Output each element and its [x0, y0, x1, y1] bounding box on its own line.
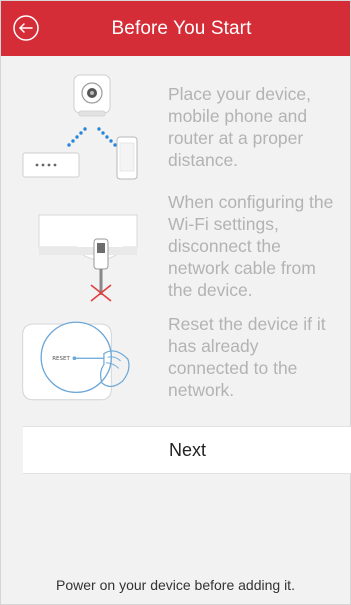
reset-button-illustration: RESET: [22, 321, 130, 401]
device-phone-router-illustration: [22, 74, 138, 180]
back-button[interactable]: [11, 13, 41, 43]
footer-note: Power on your device before adding it.: [56, 577, 295, 593]
step-3: RESET Reset the device if it has already…: [1, 307, 350, 413]
disconnect-cable-illustration: [38, 214, 138, 302]
step-1-text: Place your device, mobile phone and rout…: [168, 84, 311, 170]
step-1: Place your device, mobile phone and rout…: [1, 65, 350, 185]
step-2-text: When configuring the Wi-Fi settings, dis…: [168, 192, 334, 300]
page-title: Before You Start: [111, 17, 252, 39]
next-button-label: Next: [168, 439, 206, 460]
step-3-text: Reset the device if it has already conne…: [168, 314, 326, 400]
step-2: When configuring the Wi-Fi settings, dis…: [1, 185, 350, 303]
next-button[interactable]: Next: [23, 426, 351, 474]
back-arrow-icon: [13, 15, 39, 41]
header-bar: Before You Start: [1, 1, 350, 56]
svg-text:RESET: RESET: [52, 356, 70, 362]
